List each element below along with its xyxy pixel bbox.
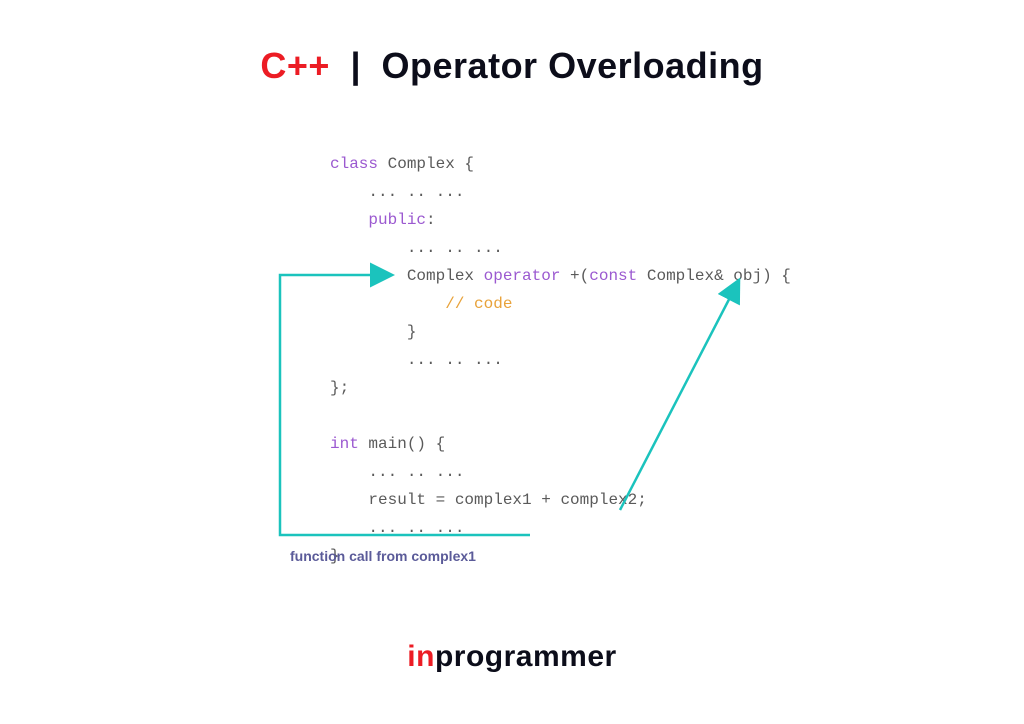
code-text: Complex <box>330 267 484 285</box>
code-text: +( <box>560 267 589 285</box>
code-text: ... .. ... <box>330 463 464 481</box>
title-cpp: C++ <box>260 45 330 86</box>
title-topic: Operator Overloading <box>382 45 764 86</box>
code-keyword-int: int <box>330 435 359 453</box>
code-keyword-operator: operator <box>484 267 561 285</box>
code-keyword-public: public <box>368 211 426 229</box>
logo-rest: programmer <box>435 640 617 673</box>
code-keyword-const: const <box>589 267 637 285</box>
code-text: Complex { <box>378 155 474 173</box>
code-text: main() { <box>359 435 445 453</box>
code-text: ... .. ... <box>330 351 503 369</box>
code-text: result = complex1 + complex2; <box>330 491 647 509</box>
code-text: : <box>426 211 436 229</box>
code-text: }; <box>330 379 349 397</box>
title-pipe: | <box>350 45 361 86</box>
code-text <box>330 295 445 313</box>
code-comment: // code <box>445 295 512 313</box>
code-text: ... .. ... <box>330 519 464 537</box>
code-text: ... .. ... <box>330 239 503 257</box>
code-text <box>330 211 368 229</box>
diagram-caption: function call from complex1 <box>290 548 476 564</box>
code-keyword-class: class <box>330 155 378 173</box>
page-title: C++ | Operator Overloading <box>0 45 1024 87</box>
code-text: ... .. ... <box>330 183 464 201</box>
logo-in: in <box>407 640 435 673</box>
footer-logo: inprogrammer <box>0 640 1024 674</box>
code-text: } <box>330 323 416 341</box>
code-snippet: class Complex { ... .. ... public: ... .… <box>330 150 791 570</box>
code-text: Complex& obj) { <box>637 267 791 285</box>
